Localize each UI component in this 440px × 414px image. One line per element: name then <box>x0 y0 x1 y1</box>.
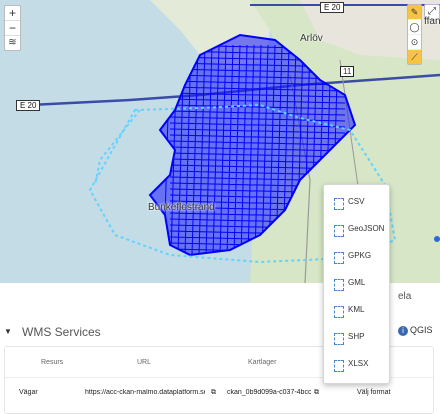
file-icon <box>334 198 344 210</box>
caret-down-icon[interactable]: ▼ <box>4 327 12 336</box>
format-option-gml[interactable]: GML <box>324 274 389 294</box>
column-header-resurs: Resurs <box>41 359 64 366</box>
qgis-link[interactable]: i QGIS <box>398 325 433 336</box>
zoom-in-button[interactable]: + <box>5 6 20 21</box>
tab-visualisera[interactable]: ela <box>398 291 411 302</box>
format-option-csv[interactable]: CSV <box>324 193 389 213</box>
file-icon <box>334 225 344 237</box>
cell-kartlager: ckan_0b9d099a-c037-4bcc- <box>227 389 311 396</box>
format-label: KML <box>348 305 365 314</box>
circle-tool-icon[interactable]: ◯ <box>408 20 421 35</box>
polyline-tool-icon[interactable]: ⟋ <box>408 50 421 64</box>
file-icon <box>334 333 344 345</box>
route-badge-11: 11 <box>340 66 355 77</box>
column-header-url: URL <box>137 359 152 366</box>
format-option-xlsx[interactable]: XLSX <box>324 355 389 375</box>
draw-line-icon[interactable]: ✎ <box>408 5 421 20</box>
format-label: XLSX <box>348 359 369 368</box>
file-icon <box>334 252 344 264</box>
zoom-out-button[interactable]: − <box>5 21 20 36</box>
place-label-bunkeflostrand: Bunkeflostrand <box>148 202 215 213</box>
file-icon <box>334 360 344 372</box>
format-label: GeoJSON <box>348 224 385 233</box>
cell-resurs: Vägar <box>19 389 38 396</box>
layers-button[interactable]: ≋ <box>5 36 20 50</box>
file-icon <box>334 279 344 291</box>
file-icon <box>334 306 344 318</box>
locate-icon[interactable]: ⊙ <box>408 35 421 50</box>
format-dropdown-menu: CSV GeoJSON GPKG GML KML SHP XLSX <box>323 184 390 384</box>
format-option-geojson[interactable]: GeoJSON <box>324 220 389 240</box>
copy-layer-icon[interactable]: ⧉ <box>314 389 319 397</box>
cell-url: https://acc-ckan-malmo.dataplatform.se <box>85 389 205 396</box>
road-badge-e20: E 20 <box>320 2 345 13</box>
format-option-shp[interactable]: SHP <box>324 328 389 348</box>
copy-url-icon[interactable]: ⧉ <box>211 389 216 397</box>
format-label: CSV <box>348 197 365 206</box>
map-tool-controls: ✎ ◯ ⊙ ⟋ <box>407 4 422 65</box>
format-label: GML <box>348 278 366 287</box>
road-badge-e20: E 20 <box>16 100 41 111</box>
place-label-arlov: Arlöv <box>300 33 323 44</box>
format-label: GPKG <box>348 251 372 260</box>
format-label: SHP <box>348 332 365 341</box>
place-label-staffanstorp: ffan <box>424 16 440 27</box>
section-title: WMS Services <box>22 325 101 339</box>
info-icon: i <box>398 326 408 336</box>
qgis-label: QGIS <box>410 325 433 335</box>
format-select[interactable]: Välj format <box>357 389 390 396</box>
format-option-kml[interactable]: KML <box>324 301 389 321</box>
map-zoom-controls: + − ≋ <box>4 5 21 51</box>
column-header-kartlager: Kartlager <box>248 359 277 366</box>
format-option-gpkg[interactable]: GPKG <box>324 247 389 267</box>
